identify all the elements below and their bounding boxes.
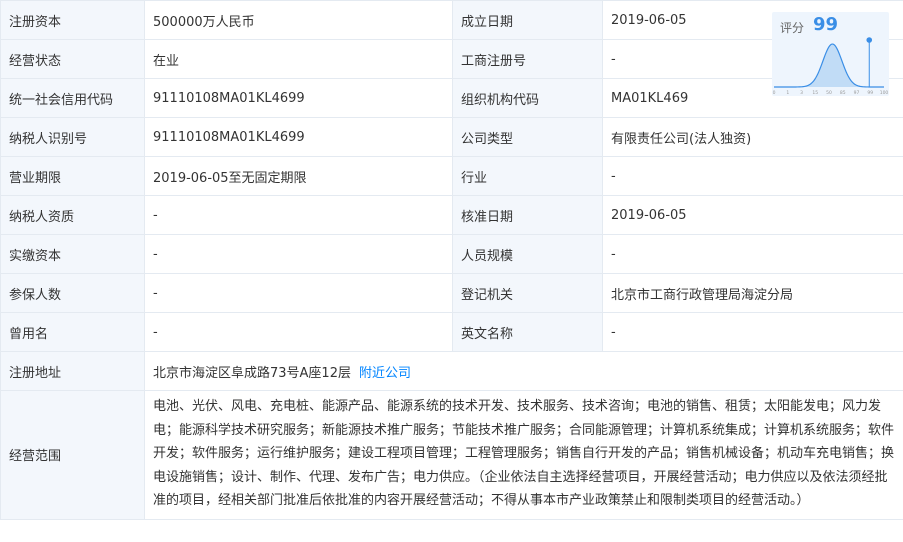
- field-value: -: [602, 234, 903, 274]
- info-row: 参保人数 - 登记机关 北京市工商行政管理局海淀分局: [0, 273, 903, 313]
- info-row: 统一社会信用代码 91110108MA01KL4699 组织机构代码 MA01KL46…: [0, 78, 903, 118]
- score-marker-dot: [866, 37, 873, 43]
- field-label: 英文名称: [452, 312, 603, 352]
- info-row: 经营状态 在业 工商注册号 -: [0, 39, 903, 79]
- address-cell: 北京市海淀区阜成路73号A座12层 附近公司: [144, 351, 903, 391]
- score-value: 99: [813, 14, 839, 35]
- score-label: 评分: [780, 21, 805, 35]
- score-tick-label: 99: [867, 90, 873, 96]
- field-label: 成立日期: [452, 0, 603, 40]
- field-value: 2019-06-05: [602, 195, 903, 235]
- field-value: -: [144, 195, 453, 235]
- field-value: -: [144, 312, 453, 352]
- address-value: 北京市海淀区阜成路73号A座12层: [153, 365, 351, 381]
- info-row: 实缴资本 - 人员规模 -: [0, 234, 903, 274]
- field-label: 行业: [452, 156, 603, 196]
- business-scope-label: 经营范围: [0, 390, 145, 520]
- company-info-table: 注册资本 500000万人民币 成立日期 2019-06-05 经营状态 在业 工商注册号 -…: [0, 0, 903, 520]
- score-tick-label: 100: [880, 90, 889, 96]
- field-label: 曾用名: [0, 312, 145, 352]
- field-label: 核准日期: [452, 195, 603, 235]
- score-tick-label: 50: [826, 90, 832, 96]
- score-tick-label: 85: [840, 90, 846, 96]
- field-label: 登记机关: [452, 273, 603, 313]
- field-label: 公司类型: [452, 117, 603, 157]
- field-label: 营业期限: [0, 156, 145, 196]
- score-axis-ticks: 0 1 3 15 50 85 97 99 100: [773, 90, 889, 96]
- info-row: 曾用名 - 英文名称 -: [0, 312, 903, 352]
- field-label: 工商注册号: [452, 39, 603, 79]
- field-label: 纳税人识别号: [0, 117, 145, 157]
- field-label: 统一社会信用代码: [0, 78, 145, 118]
- field-label: 实缴资本: [0, 234, 145, 274]
- field-value: 北京市工商行政管理局海淀分局: [602, 273, 903, 313]
- field-value: 91110108MA01KL4699: [144, 78, 453, 118]
- score-card: 0 1 3 15 50 85 97 99 100 评分 99: [772, 12, 889, 96]
- score-curve-area: [774, 44, 884, 87]
- score-tick-label: 0: [773, 90, 776, 96]
- field-label: 参保人数: [0, 273, 145, 313]
- score-tick-label: 97: [854, 90, 860, 96]
- info-row: 营业期限 2019-06-05至无固定期限 行业 -: [0, 156, 903, 196]
- info-row: 纳税人识别号 91110108MA01KL4699 公司类型 有限责任公司(法人独资): [0, 117, 903, 157]
- field-value: 500000万人民币: [144, 0, 453, 40]
- field-value: 有限责任公司(法人独资): [602, 117, 903, 157]
- field-value: -: [144, 234, 453, 274]
- score-tick-label: 3: [800, 90, 803, 96]
- field-label: 经营状态: [0, 39, 145, 79]
- field-label: 人员规模: [452, 234, 603, 274]
- info-row: 纳税人资质 - 核准日期 2019-06-05: [0, 195, 903, 235]
- business-scope-row: 经营范围 电池、光伏、风电、充电桩、能源产品、能源系统的技术开发、技术服务、技术咨…: [0, 390, 903, 520]
- field-label: 注册资本: [0, 0, 145, 40]
- address-row: 注册地址 北京市海淀区阜成路73号A座12层 附近公司: [0, 351, 903, 391]
- nearby-companies-link[interactable]: 附近公司: [359, 366, 411, 381]
- field-value: 在业: [144, 39, 453, 79]
- field-value: 2019-06-05至无固定期限: [144, 156, 453, 196]
- info-row: 注册资本 500000万人民币 成立日期 2019-06-05: [0, 0, 903, 40]
- field-label: 纳税人资质: [0, 195, 145, 235]
- field-value: -: [602, 312, 903, 352]
- business-scope-value: 电池、光伏、风电、充电桩、能源产品、能源系统的技术开发、技术服务、技术咨询；电池…: [144, 390, 903, 520]
- field-value: -: [602, 156, 903, 196]
- score-tick-label: 1: [786, 90, 789, 96]
- address-label: 注册地址: [0, 351, 145, 391]
- field-label: 组织机构代码: [452, 78, 603, 118]
- field-value: 91110108MA01KL4699: [144, 117, 453, 157]
- field-value: -: [144, 273, 453, 313]
- score-tick-label: 15: [812, 90, 818, 96]
